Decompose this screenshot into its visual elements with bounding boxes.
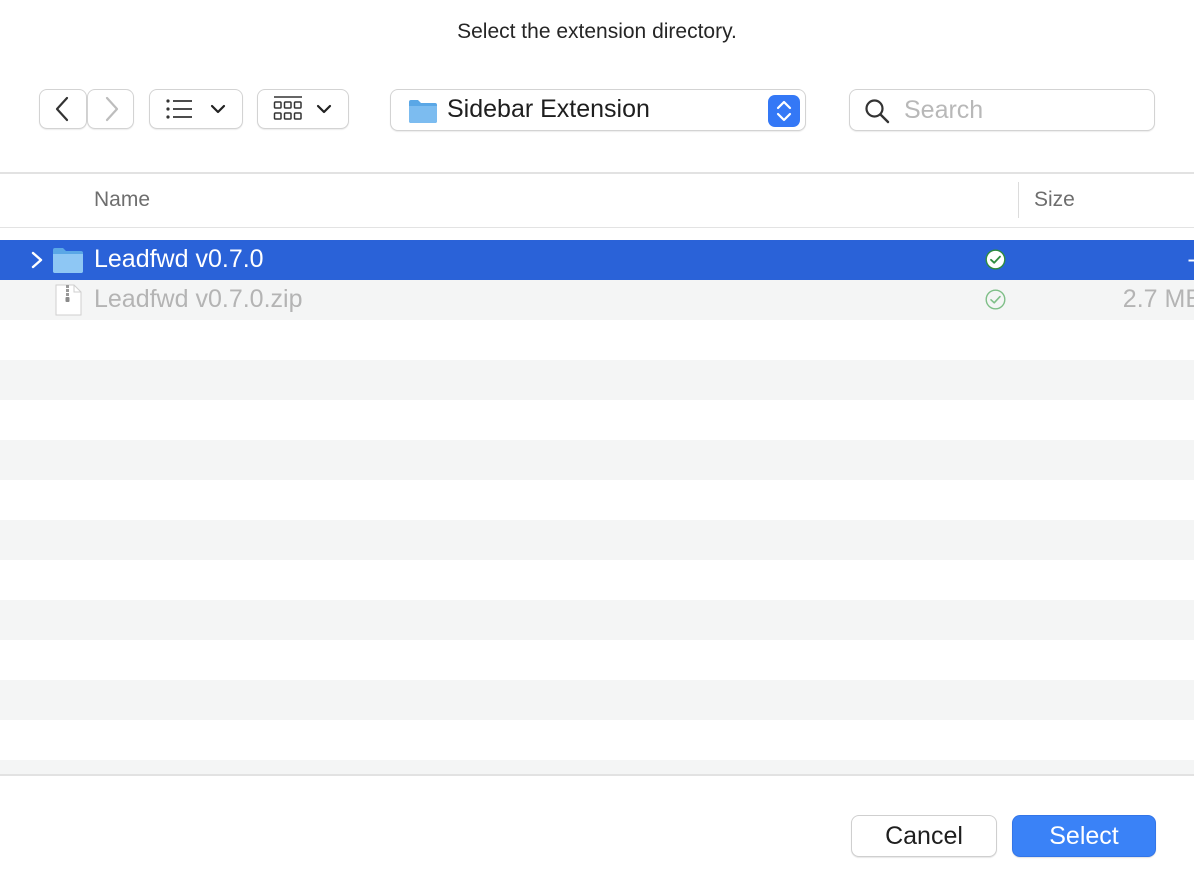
empty-row: [0, 400, 1194, 440]
dialog-title: Select the extension directory.: [457, 20, 737, 43]
chevron-right-icon: [105, 96, 118, 122]
empty-row: [0, 680, 1194, 720]
folder-icon: [409, 100, 437, 123]
list-view-button[interactable]: [149, 89, 243, 129]
empty-row: [0, 640, 1194, 680]
folder-icon: [53, 248, 83, 273]
search-icon: [865, 99, 890, 124]
up-down-chevron-icon: [776, 100, 792, 122]
chevron-down-icon: [316, 104, 332, 114]
chevron-down-icon: [210, 104, 226, 114]
empty-row: [0, 600, 1194, 640]
list-item[interactable]: Leadfwd v0.7.0.zip 2.7 MB: [0, 280, 1194, 320]
list-header: Name Size: [0, 174, 1194, 228]
synced-check-icon: [985, 289, 1006, 310]
column-header-name[interactable]: Name: [94, 188, 150, 212]
empty-row: [0, 760, 1194, 774]
list-bottom-divider: [0, 774, 1194, 776]
cancel-button[interactable]: Cancel: [851, 815, 997, 857]
empty-row: [0, 480, 1194, 520]
disclosure-triangle-icon[interactable]: [30, 250, 44, 270]
list-view-icon: [166, 99, 192, 119]
column-header-size[interactable]: Size: [1034, 188, 1075, 212]
empty-row: [0, 360, 1194, 400]
empty-row: [0, 320, 1194, 360]
list-item[interactable]: Leadfwd v0.7.0 --: [0, 240, 1194, 280]
empty-row: [0, 440, 1194, 480]
file-size: --: [1104, 245, 1194, 274]
grid-view-button[interactable]: [257, 89, 349, 129]
location-stepper[interactable]: [768, 95, 800, 127]
chevron-left-icon: [55, 96, 69, 122]
empty-row: [0, 720, 1194, 760]
empty-row: [0, 560, 1194, 600]
file-name: Leadfwd v0.7.0.zip: [94, 285, 303, 313]
file-size: 2.7 MB: [1122, 285, 1194, 313]
synced-check-icon: [985, 249, 1006, 270]
empty-row: [0, 520, 1194, 560]
select-button[interactable]: Select: [1012, 815, 1156, 857]
zip-file-icon: [55, 284, 82, 316]
search-input[interactable]: [904, 95, 1144, 125]
file-list: Leadfwd v0.7.0 -- Leadfwd v0.7.0.zip: [0, 240, 1194, 774]
search-box[interactable]: [849, 89, 1155, 131]
file-name: Leadfwd v0.7.0: [94, 245, 264, 273]
file-open-dialog: Select the extension directory. Sidebar …: [0, 0, 1194, 894]
grid-view-icon: [273, 96, 302, 120]
column-divider[interactable]: [1018, 182, 1019, 218]
back-button[interactable]: [39, 89, 87, 129]
location-popup[interactable]: Sidebar Extension: [390, 89, 806, 131]
forward-button[interactable]: [87, 89, 134, 129]
location-label: Sidebar Extension: [447, 95, 650, 123]
